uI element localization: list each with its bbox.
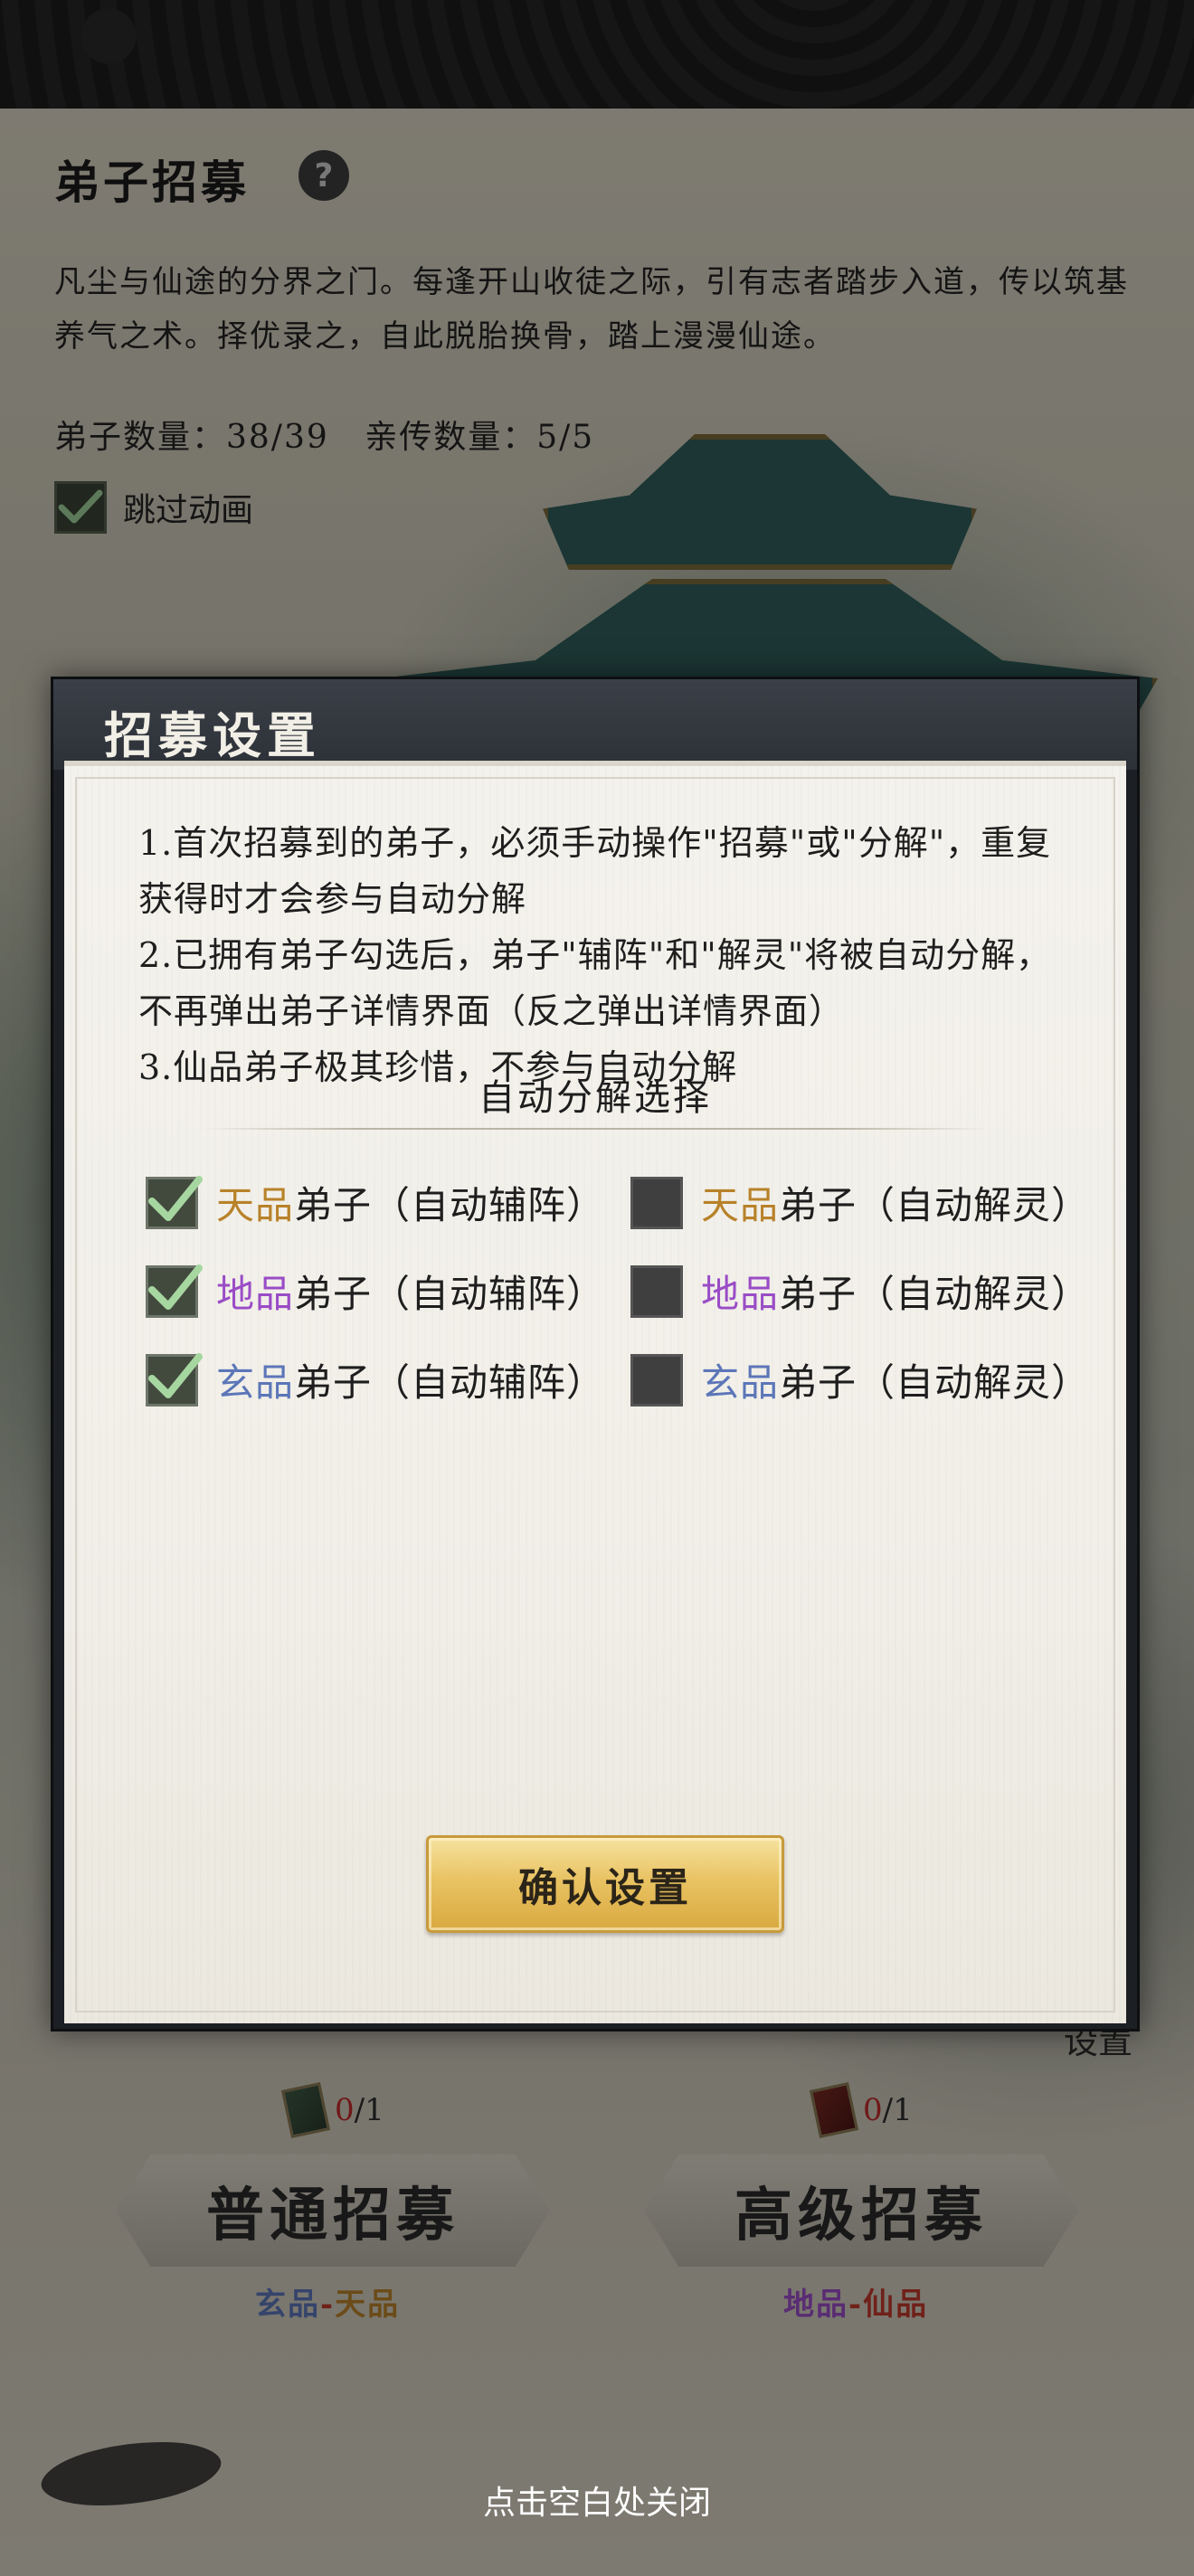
checkbox-unchecked[interactable] bbox=[630, 1353, 683, 1406]
grade-label-di: 地品 bbox=[216, 1272, 295, 1316]
auto-decompose-title: 自动分解选择 bbox=[479, 1077, 712, 1119]
divider bbox=[200, 1128, 990, 1130]
option-tian-auto-release[interactable]: 天品 弟子（自动解灵） bbox=[630, 1175, 1090, 1230]
rule-item: 2.已拥有弟子勾选后，弟子"辅阵"和"解灵"将被自动分解，不再弹出弟子详情界面（… bbox=[138, 935, 1052, 1031]
recruit-settings-modal: 招募设置 1.首次招募到的弟子，必须手动操作"招募"或"分解"，重复获得时才会参… bbox=[51, 677, 1140, 2031]
option-di-auto-release[interactable]: 地品 弟子（自动解灵） bbox=[630, 1264, 1090, 1319]
grade-label-tian: 天品 bbox=[701, 1183, 780, 1227]
grade-label-tian: 天品 bbox=[216, 1183, 295, 1227]
grade-label-xuan: 玄品 bbox=[701, 1360, 780, 1405]
option-label: 弟子（自动辅阵） bbox=[294, 1360, 606, 1405]
close-hint: 点击空白处关闭 bbox=[482, 2485, 711, 2522]
option-label: 弟子（自动解灵） bbox=[779, 1183, 1091, 1227]
grade-label-di: 地品 bbox=[701, 1272, 780, 1316]
check-icon bbox=[148, 1175, 203, 1221]
checkbox-checked[interactable] bbox=[146, 1264, 203, 1318]
modal-body: 1.首次招募到的弟子，必须手动操作"招募"或"分解"，重复获得时才会参与自动分解… bbox=[64, 761, 1126, 2023]
option-label: 弟子（自动解灵） bbox=[779, 1272, 1091, 1316]
checkbox-unchecked[interactable] bbox=[630, 1264, 683, 1318]
modal-header: 招募设置 bbox=[53, 679, 1137, 770]
option-label: 弟子（自动解灵） bbox=[779, 1360, 1091, 1405]
option-tian-auto-assist[interactable]: 天品 弟子（自动辅阵） bbox=[146, 1175, 605, 1230]
option-label: 弟子（自动辅阵） bbox=[294, 1272, 606, 1316]
rules-text: 1.首次招募到的弟子，必须手动操作"招募"或"分解"，重复获得时才会参与自动分解… bbox=[138, 815, 1061, 1095]
check-icon bbox=[148, 1352, 203, 1398]
option-xuan-auto-release[interactable]: 玄品 弟子（自动解灵） bbox=[630, 1352, 1090, 1407]
option-label: 弟子（自动辅阵） bbox=[294, 1183, 606, 1227]
grade-label-xuan: 玄品 bbox=[216, 1360, 295, 1405]
checkbox-checked[interactable] bbox=[146, 1352, 203, 1406]
confirm-settings-button[interactable]: 确认设置 bbox=[426, 1835, 784, 1933]
modal-title: 招募设置 bbox=[104, 706, 321, 764]
option-di-auto-assist[interactable]: 地品 弟子（自动辅阵） bbox=[146, 1264, 605, 1319]
checkbox-unchecked[interactable] bbox=[630, 1176, 683, 1229]
check-icon bbox=[148, 1264, 203, 1310]
checkbox-checked[interactable] bbox=[146, 1175, 203, 1229]
option-xuan-auto-assist[interactable]: 玄品 弟子（自动辅阵） bbox=[146, 1352, 605, 1407]
rule-item: 1.首次招募到的弟子，必须手动操作"招募"或"分解"，重复获得时才会参与自动分解 bbox=[138, 823, 1052, 919]
